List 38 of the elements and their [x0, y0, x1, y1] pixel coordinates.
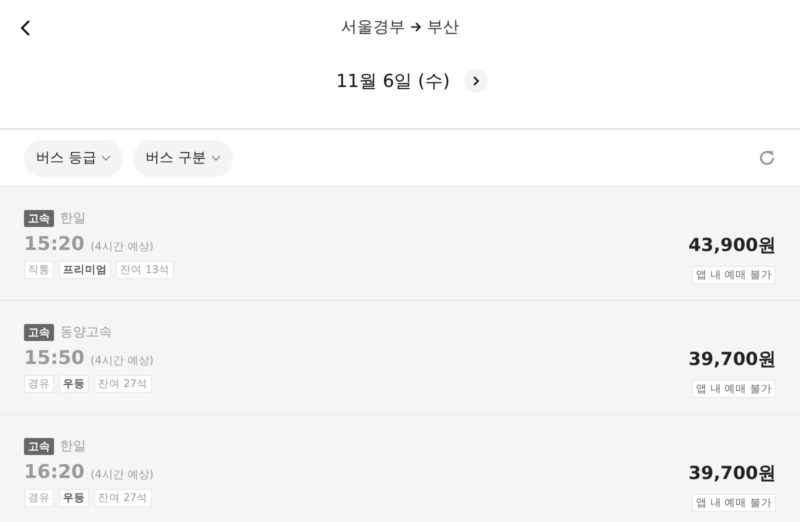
next-date-button[interactable] [464, 69, 488, 93]
chevron-right-icon [472, 75, 480, 87]
destination-label: 부산 [427, 16, 459, 38]
trip-tag: 잔여 27석 [94, 375, 152, 393]
caret-icon [210, 155, 221, 161]
filter-dropdown[interactable]: 버스 등급 [24, 140, 124, 176]
trip-tag: 잔여 13석 [116, 261, 174, 279]
grade-badge: 고속 [24, 210, 54, 226]
trip-tag: 우등 [59, 489, 89, 507]
duration-label: (4시간 예상) [90, 239, 154, 254]
price-label: 39,700원 [688, 462, 776, 485]
grade-badge: 고속 [24, 324, 54, 340]
origin-label: 서울경부 [341, 16, 405, 38]
duration-label: (4시간 예상) [90, 467, 154, 482]
departure-time: 15:50 [24, 347, 84, 369]
arrow-icon [410, 22, 422, 32]
duration-label: (4시간 예상) [90, 353, 154, 368]
price-label: 39,700원 [688, 348, 776, 371]
trip-tag: 프리미엄 [59, 261, 111, 279]
booking-note: 앱 내 예매 불가 [692, 494, 776, 512]
caret-icon [101, 155, 112, 161]
company-name: 한일 [60, 438, 86, 455]
refresh-button[interactable] [757, 148, 777, 168]
date-label: 11월 6일 (수) [336, 70, 450, 93]
grade-badge: 고속 [24, 438, 54, 454]
trip-tag: 잔여 27석 [94, 489, 152, 507]
departure-time: 15:20 [24, 233, 84, 255]
trip-tag: 직통 [24, 261, 54, 279]
booking-note: 앱 내 예매 불가 [692, 380, 776, 398]
trip-tag: 우등 [59, 375, 89, 393]
departure-time: 16:20 [24, 461, 84, 483]
company-name: 동양고속 [60, 324, 112, 341]
filter-dropdown[interactable]: 버스 구분 [133, 140, 233, 176]
trip-tag: 경유 [24, 489, 54, 507]
company-name: 한일 [60, 210, 86, 227]
trip-tag: 경유 [24, 375, 54, 393]
booking-note: 앱 내 예매 불가 [692, 266, 776, 284]
price-label: 43,900원 [688, 234, 776, 257]
